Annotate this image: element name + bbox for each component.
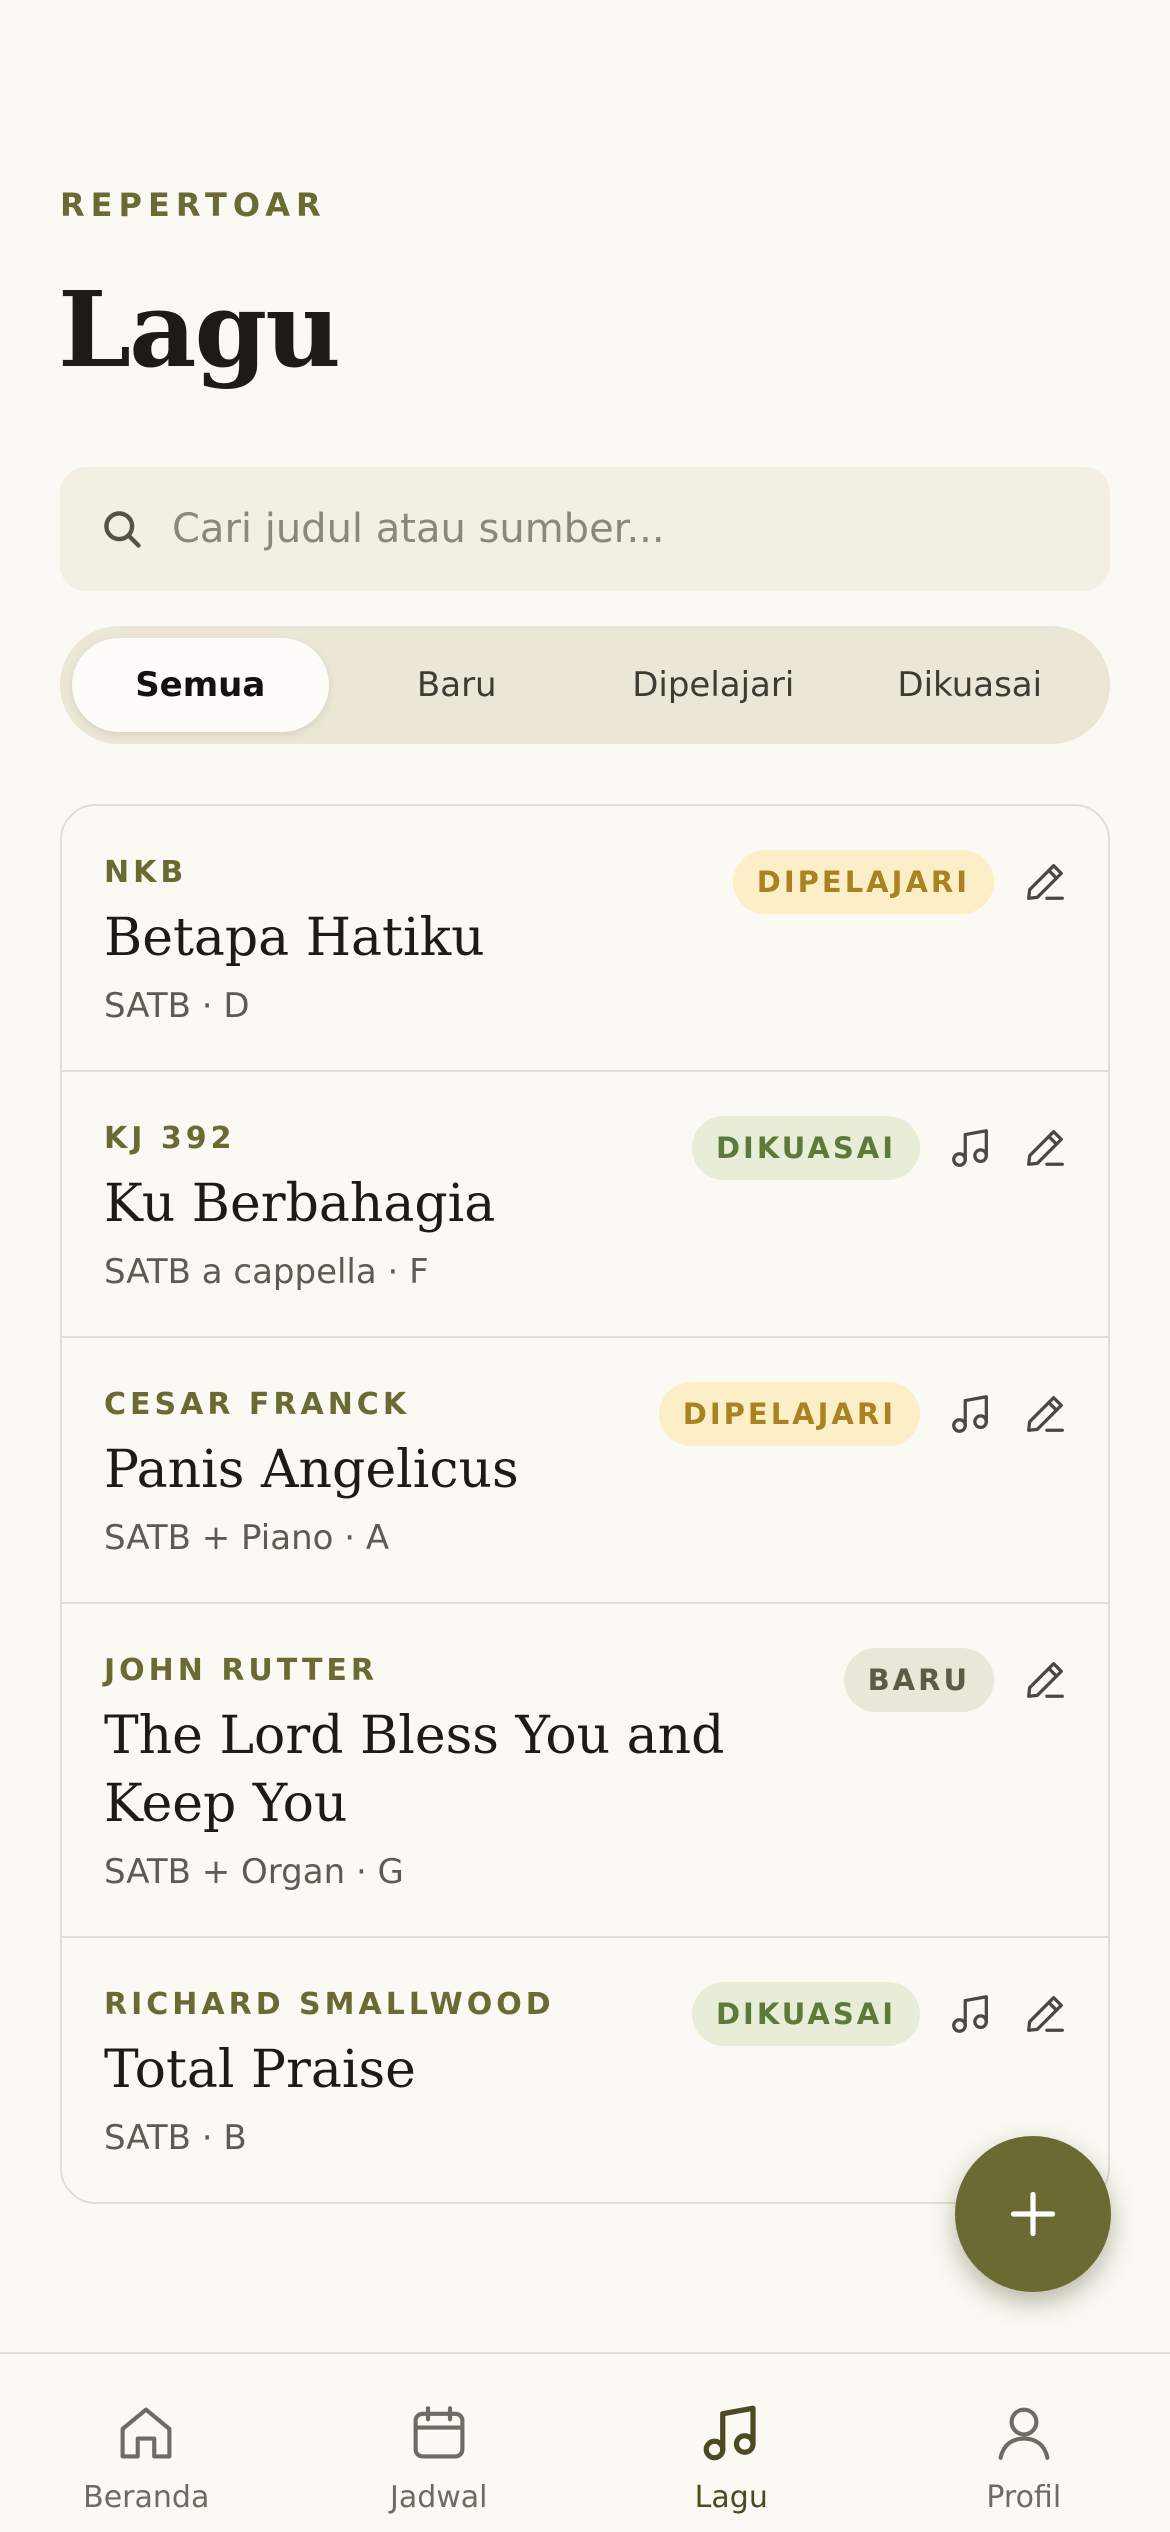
- edit-icon[interactable]: [1022, 1991, 1068, 2037]
- song-meta: SATB + Organ · G: [104, 1852, 404, 1892]
- music-note-icon[interactable]: [948, 1991, 994, 2037]
- tab-profile[interactable]: Profil: [878, 2354, 1170, 2532]
- bottom-tab-bar: Beranda Jadwal Lagu Profil: [0, 2352, 1170, 2532]
- tab-label: Profil: [986, 2480, 1062, 2515]
- song-actions: BARU: [843, 1648, 1068, 1712]
- song-actions: DIPELAJARI: [658, 1382, 1068, 1446]
- search-icon: [104, 511, 141, 548]
- filter-learning[interactable]: Dipelajari: [585, 638, 842, 732]
- status-badge: DIKUASAI: [691, 1982, 920, 2046]
- music-note-icon[interactable]: [948, 1125, 994, 1171]
- music-note-icon[interactable]: [948, 1391, 994, 1437]
- song-meta: SATB · D: [104, 986, 250, 1026]
- status-filter: Semua Baru Dipelajari Dikuasai: [60, 626, 1110, 744]
- calendar-icon: [413, 2406, 465, 2459]
- song-title: Betapa Hatiku: [104, 908, 485, 968]
- song-meta: SATB + Piano · A: [104, 1518, 390, 1558]
- status-badge: DIPELAJARI: [658, 1382, 920, 1446]
- song-title: Total Praise: [104, 2040, 416, 2100]
- filter-mastered[interactable]: Dikuasai: [842, 638, 1099, 732]
- song-row[interactable]: RICHARD SMALLWOOD Total Praise SATB · B …: [62, 1938, 1108, 2202]
- edit-icon[interactable]: [1022, 1125, 1068, 1171]
- add-song-button[interactable]: [955, 2136, 1111, 2292]
- filter-all[interactable]: Semua: [72, 638, 329, 732]
- home-icon: [120, 2407, 172, 2459]
- search-input[interactable]: [172, 506, 1052, 552]
- section-eyebrow: REPERTOAR: [60, 186, 327, 224]
- tab-label: Lagu: [694, 2480, 768, 2515]
- status-badge: DIPELAJARI: [732, 850, 994, 914]
- song-row[interactable]: JOHN RUTTER The Lord Bless You and Keep …: [62, 1604, 1108, 1938]
- song-meta: SATB a cappella · F: [104, 1252, 429, 1292]
- song-title: Ku Berbahagia: [104, 1174, 496, 1234]
- song-meta: SATB · B: [104, 2118, 247, 2158]
- song-row[interactable]: NKB Betapa Hatiku SATB · D DIPELAJARI: [62, 806, 1108, 1072]
- edit-icon[interactable]: [1022, 1391, 1068, 1437]
- song-row[interactable]: KJ 392 Ku Berbahagia SATB a cappella · F…: [62, 1072, 1108, 1338]
- song-title: The Lord Bless You and Keep You: [104, 1706, 725, 1834]
- status-badge: BARU: [843, 1648, 994, 1712]
- user-icon: [998, 2407, 1050, 2460]
- song-actions: DIPELAJARI: [732, 850, 1068, 914]
- tab-schedule[interactable]: Jadwal: [293, 2354, 586, 2532]
- tab-home[interactable]: Beranda: [0, 2354, 293, 2532]
- plus-icon: [1010, 2191, 1056, 2237]
- song-list: NKB Betapa Hatiku SATB · D DIPELAJARI KJ…: [60, 804, 1110, 2204]
- song-title: Panis Angelicus: [104, 1440, 519, 1500]
- song-row[interactable]: CESAR FRANCK Panis Angelicus SATB + Pian…: [62, 1338, 1108, 1604]
- status-badge: DIKUASAI: [691, 1116, 920, 1180]
- tab-songs[interactable]: Lagu: [585, 2354, 878, 2532]
- music-note-icon: [703, 2405, 756, 2461]
- page-title: Lagu: [58, 268, 341, 391]
- search-bar[interactable]: [60, 467, 1110, 591]
- tab-label: Jadwal: [389, 2480, 488, 2515]
- tab-label: Beranda: [83, 2480, 210, 2515]
- songs-screen: REPERTOAR Lagu Semua Baru Dipelajari Dik…: [0, 0, 1170, 2532]
- song-actions: DIKUASAI: [691, 1116, 1068, 1180]
- song-actions: DIKUASAI: [691, 1982, 1068, 2046]
- edit-icon[interactable]: [1022, 859, 1068, 905]
- edit-icon[interactable]: [1022, 1657, 1068, 1703]
- filter-new[interactable]: Baru: [329, 638, 586, 732]
